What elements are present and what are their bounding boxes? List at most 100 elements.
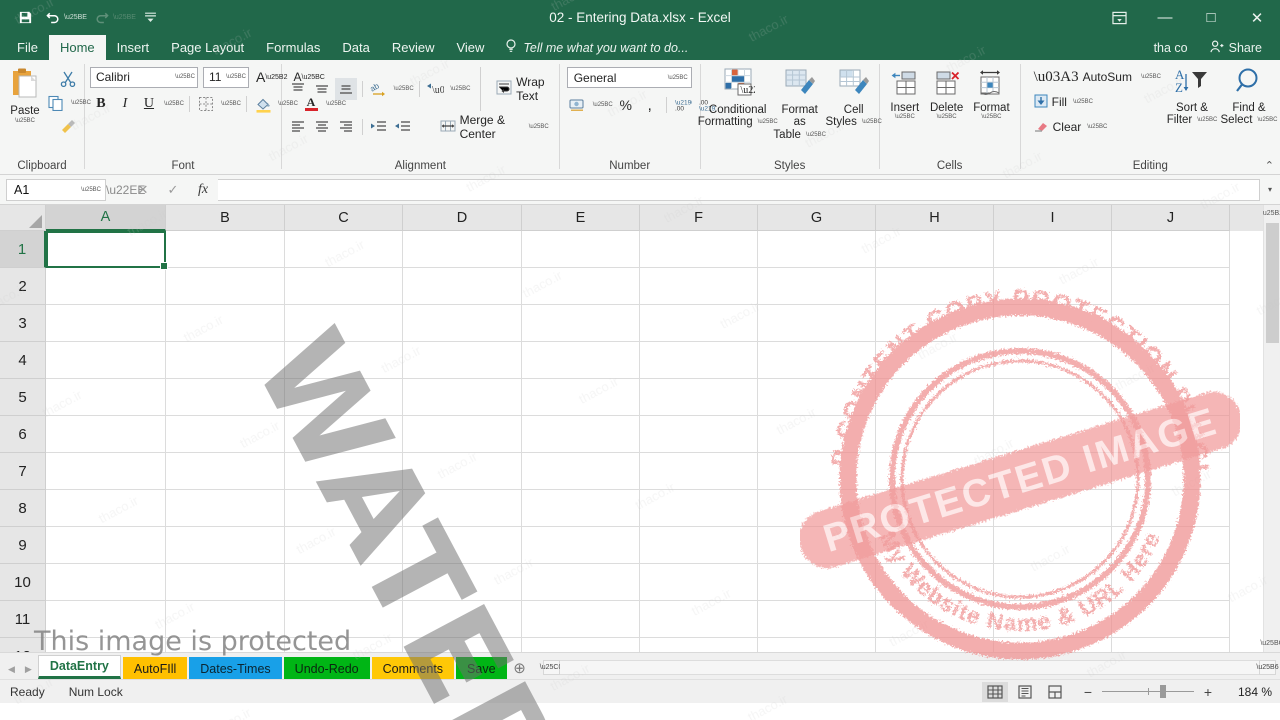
cell-F8[interactable] bbox=[640, 490, 758, 527]
column-header-j[interactable]: J bbox=[1112, 205, 1230, 231]
name-box[interactable]: A1 \u25BC bbox=[6, 178, 106, 201]
row-header-12[interactable]: 12 bbox=[0, 638, 46, 652]
cell-D5[interactable] bbox=[403, 379, 522, 416]
text-direction-dropdown-icon[interactable]: \u25BC bbox=[450, 86, 470, 92]
undo-dropdown-icon[interactable]: \u25BE bbox=[64, 14, 87, 21]
save-icon[interactable] bbox=[12, 5, 38, 31]
cell-I7[interactable] bbox=[994, 453, 1112, 490]
collapse-ribbon-button[interactable]: ⌃ bbox=[1265, 159, 1274, 172]
underline-dropdown-icon[interactable]: \u25BC bbox=[164, 101, 184, 107]
cell-E8[interactable] bbox=[522, 490, 640, 527]
paste-button[interactable]: Paste \u25BC bbox=[5, 64, 45, 127]
number-format-combo[interactable]: General \u25BC bbox=[566, 67, 692, 88]
sort-filter-dropdown-icon[interactable]: \u25BC bbox=[1197, 117, 1217, 124]
merge-center-dropdown-icon[interactable]: \u25BC bbox=[529, 124, 549, 130]
cell-C1[interactable] bbox=[285, 231, 403, 268]
merge-center-button[interactable]: Merge & Center \u25BC bbox=[435, 113, 554, 141]
clear-dropdown-icon[interactable]: \u25BC bbox=[1087, 124, 1107, 130]
cell-J6[interactable] bbox=[1112, 416, 1230, 453]
cell-I2[interactable] bbox=[994, 268, 1112, 305]
cell-styles-button[interactable]: Cell Styles \u25BC bbox=[826, 66, 882, 131]
bold-button[interactable]: B bbox=[90, 93, 112, 115]
cell-A7[interactable] bbox=[46, 453, 166, 490]
page-break-preview-icon[interactable] bbox=[1042, 682, 1068, 702]
cell-B6[interactable] bbox=[166, 416, 285, 453]
text-direction-button[interactable]: \u00B6 bbox=[424, 78, 446, 100]
row-header-11[interactable]: 11 bbox=[0, 601, 46, 638]
column-header-e[interactable]: E bbox=[522, 205, 640, 231]
cell-I8[interactable] bbox=[994, 490, 1112, 527]
fill-button[interactable]: Fill \u25BC bbox=[1029, 91, 1098, 113]
sheet-tab-comments[interactable]: Comments bbox=[371, 657, 455, 679]
next-sheet-icon[interactable]: ▶ bbox=[25, 664, 32, 675]
cell-D9[interactable] bbox=[403, 527, 522, 564]
zoom-in-button[interactable]: + bbox=[1202, 684, 1214, 700]
cell-H5[interactable] bbox=[876, 379, 994, 416]
zoom-slider[interactable]: − + bbox=[1082, 684, 1214, 700]
cell-F10[interactable] bbox=[640, 564, 758, 601]
cell-I11[interactable] bbox=[994, 601, 1112, 638]
scroll-left-icon[interactable]: \u25C0 bbox=[540, 660, 562, 675]
cell-D10[interactable] bbox=[403, 564, 522, 601]
cell-B9[interactable] bbox=[166, 527, 285, 564]
tab-review[interactable]: Review bbox=[381, 35, 446, 60]
cell-B4[interactable] bbox=[166, 342, 285, 379]
cell-H7[interactable] bbox=[876, 453, 994, 490]
scroll-up-icon[interactable]: \u25B2 bbox=[1261, 205, 1280, 222]
comma-style-button[interactable]: , bbox=[639, 94, 661, 116]
format-as-table-dropdown-icon[interactable]: \u25BC bbox=[806, 132, 826, 139]
vertical-scrollbar[interactable]: \u25B2 \u25BC bbox=[1260, 205, 1280, 652]
cell-A1[interactable] bbox=[46, 231, 168, 270]
zoom-track[interactable] bbox=[1102, 685, 1194, 698]
cell-E11[interactable] bbox=[522, 601, 640, 638]
formula-bar-splitter[interactable]: \u22EE bbox=[106, 183, 145, 197]
cell-B12[interactable] bbox=[166, 638, 285, 652]
column-header-g[interactable]: G bbox=[758, 205, 876, 231]
delete-cells-dropdown-icon[interactable]: \u25BC bbox=[937, 114, 957, 121]
expand-formula-bar-button[interactable]: ▾ bbox=[1262, 185, 1278, 194]
cell-G3[interactable] bbox=[758, 305, 876, 342]
paste-dropdown-icon[interactable]: \u25BC bbox=[15, 118, 35, 125]
account-name[interactable]: tha co bbox=[1154, 41, 1188, 55]
autosum-button[interactable]: \u03A3 AutoSum bbox=[1029, 66, 1137, 88]
previous-sheet-icon[interactable]: ◀ bbox=[8, 664, 15, 675]
cell-I6[interactable] bbox=[994, 416, 1112, 453]
font-name-combo[interactable]: Calibri \u25BC bbox=[89, 66, 198, 88]
accounting-dropdown-icon[interactable]: \u25BC bbox=[593, 102, 613, 108]
row-header-7[interactable]: 7 bbox=[0, 453, 46, 490]
cell-D12[interactable] bbox=[403, 638, 522, 652]
cell-D2[interactable] bbox=[403, 268, 522, 305]
page-layout-view-icon[interactable] bbox=[1012, 682, 1038, 702]
cell-J5[interactable] bbox=[1112, 379, 1230, 416]
sheet-tab-dates-times[interactable]: Dates-Times bbox=[189, 657, 282, 679]
cell-A9[interactable] bbox=[46, 527, 166, 564]
select-all-button[interactable] bbox=[0, 205, 46, 231]
cell-H11[interactable] bbox=[876, 601, 994, 638]
insert-cells-dropdown-icon[interactable]: \u25BC bbox=[895, 114, 915, 121]
cell-F11[interactable] bbox=[640, 601, 758, 638]
minimize-button[interactable]: — bbox=[1142, 0, 1188, 35]
cell-A10[interactable] bbox=[46, 564, 166, 601]
cell-F7[interactable] bbox=[640, 453, 758, 490]
cell-G1[interactable] bbox=[758, 231, 876, 268]
find-select-button[interactable]: Find & Select \u25BC bbox=[1221, 66, 1277, 129]
cell-G2[interactable] bbox=[758, 268, 876, 305]
cell-E2[interactable] bbox=[522, 268, 640, 305]
sheet-tab-save[interactable]: Save bbox=[456, 657, 507, 679]
scroll-down-icon[interactable]: \u25BC bbox=[1260, 635, 1280, 652]
increase-decimal-button[interactable]: \u2190.0.00 bbox=[672, 94, 694, 116]
format-cells-dropdown-icon[interactable]: \u25BC bbox=[981, 114, 1001, 121]
column-header-b[interactable]: B bbox=[166, 205, 285, 231]
cell-J7[interactable] bbox=[1112, 453, 1230, 490]
cell-E7[interactable] bbox=[522, 453, 640, 490]
column-header-i[interactable]: I bbox=[994, 205, 1112, 231]
cell-A4[interactable] bbox=[46, 342, 166, 379]
italic-button[interactable]: I bbox=[114, 93, 136, 115]
redo-dropdown-icon[interactable]: \u25BE bbox=[113, 14, 136, 21]
customize-qat-icon[interactable] bbox=[138, 5, 164, 31]
cell-J11[interactable] bbox=[1112, 601, 1230, 638]
cell-D4[interactable] bbox=[403, 342, 522, 379]
maximize-restore-button[interactable]: □ bbox=[1188, 0, 1234, 35]
row-header-1[interactable]: 1 bbox=[0, 231, 46, 268]
cell-H4[interactable] bbox=[876, 342, 994, 379]
